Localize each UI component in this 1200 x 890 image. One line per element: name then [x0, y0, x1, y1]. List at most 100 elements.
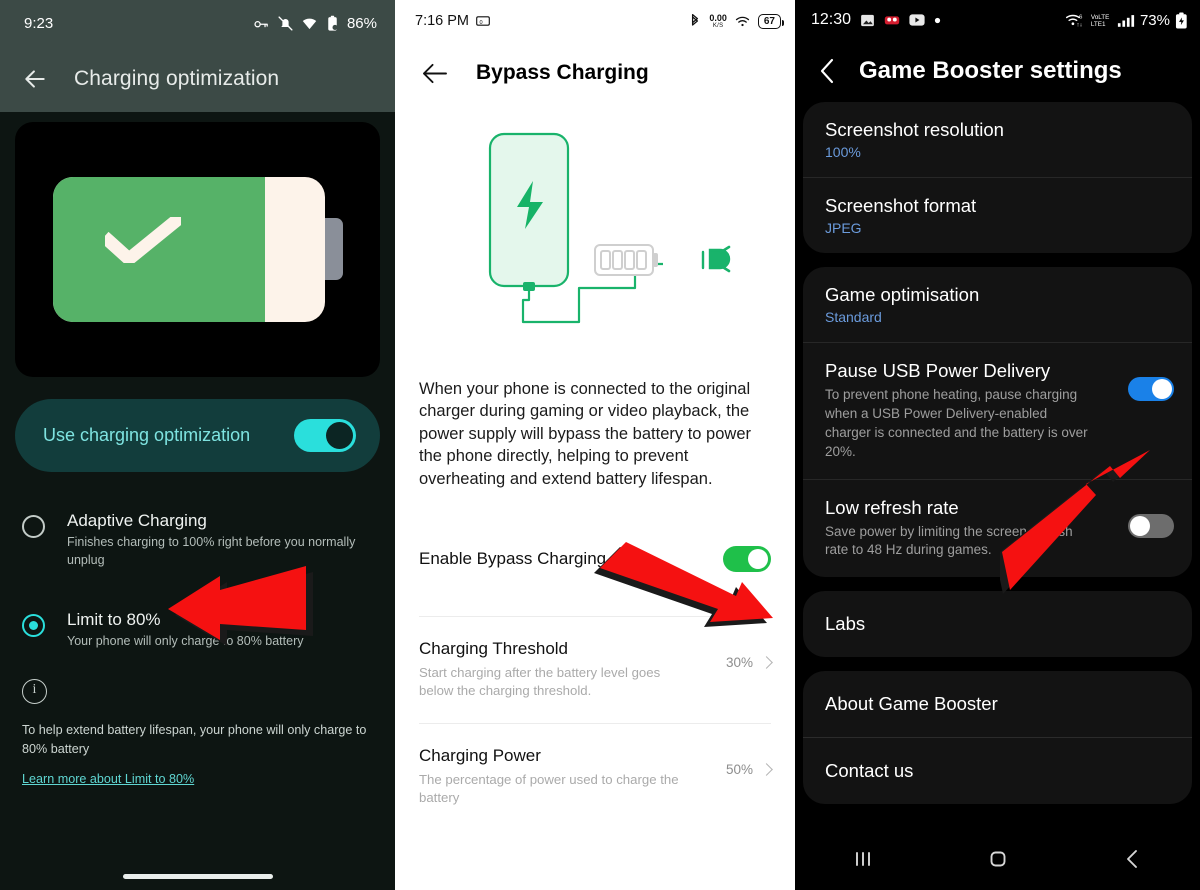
wifi-icon	[302, 18, 317, 29]
info-section: To help extend battery lifespan, your ph…	[0, 679, 395, 788]
page-title: Charging optimization	[74, 67, 280, 90]
pause-usb-power-delivery-toggle[interactable]	[1128, 377, 1174, 401]
dot-icon	[934, 17, 941, 23]
item-title: Screenshot format	[825, 195, 977, 216]
enable-bypass-charging-row[interactable]: Enable Bypass Charging	[419, 546, 771, 573]
status-bar: 7:16 PM 0 0.00 K/S 67	[395, 0, 795, 42]
row-charging-power[interactable]: Charging Power The percentage of power u…	[419, 722, 773, 807]
low-refresh-rate-toggle[interactable]	[1128, 513, 1174, 538]
item-description: Save power by limiting the screen refres…	[825, 523, 1073, 558]
row-description: Start charging after the battery level g…	[419, 665, 661, 699]
use-charging-optimization-row[interactable]: Use charging optimization	[15, 399, 380, 472]
item-pause-usb-power-delivery[interactable]: Pause USB Power Delivery To prevent phon…	[803, 342, 1192, 479]
screen-record-icon: 0	[476, 16, 490, 26]
item-value: Standard	[825, 309, 882, 325]
info-icon	[22, 679, 47, 705]
learn-more-link[interactable]: Learn more about Limit to 80%	[22, 772, 194, 786]
use-charging-optimization-toggle[interactable]	[294, 419, 356, 452]
item-screenshot-resolution[interactable]: Screenshot resolution 100%	[803, 102, 1192, 177]
option-description: Your phone will only charge to 80% batte…	[67, 633, 304, 648]
status-time: 9:23	[24, 14, 54, 32]
item-title: Screenshot resolution	[825, 119, 1004, 140]
youtube-icon	[909, 14, 925, 26]
wifi-calling-icon: 6 ↑↓	[1065, 14, 1083, 28]
svg-text:6: 6	[1079, 14, 1082, 20]
radio-limit-to-80[interactable]	[22, 613, 45, 637]
network-speed-indicator: 0.00 K/S	[709, 12, 727, 29]
row-value: 30%	[725, 655, 753, 671]
chevron-left-icon[interactable]	[817, 57, 837, 85]
row-description: The percentage of power used to charge t…	[419, 771, 679, 805]
item-screenshot-format[interactable]: Screenshot format JPEG	[803, 177, 1192, 253]
item-description: To prevent phone heating, pause charging…	[825, 387, 1088, 459]
use-charging-optimization-label: Use charging optimization	[43, 425, 251, 445]
item-title: Pause USB Power Delivery	[825, 360, 1051, 381]
row-value: 50%	[725, 761, 753, 777]
network-speed-unit: K/S	[712, 22, 724, 29]
svg-text:0: 0	[480, 20, 483, 26]
radio-adaptive-charging[interactable]	[22, 515, 45, 538]
svg-text:↑↓: ↑↓	[1077, 23, 1083, 28]
phone-bypass-charging-illustration	[395, 104, 795, 354]
enable-bypass-charging-toggle[interactable]	[723, 546, 771, 573]
item-low-refresh-rate[interactable]: Low refresh rate Save power by limiting …	[803, 478, 1192, 578]
settings-group-performance: Game optimisation Standard Pause USB Pow…	[803, 267, 1192, 578]
back-icon[interactable]	[1120, 846, 1146, 872]
item-title: Game optimisation	[825, 284, 980, 305]
bluetooth-icon	[692, 13, 699, 26]
option-description: Finishes charging to 100% right before y…	[67, 535, 356, 567]
item-about-game-booster[interactable]: About Game Booster	[803, 671, 1192, 737]
item-contact-us[interactable]: Contact us	[803, 737, 1192, 804]
item-title: Low refresh rate	[825, 496, 959, 518]
home-indicator	[122, 874, 273, 879]
status-time: 7:16 PM	[415, 13, 469, 29]
status-bar: 12:30 6 ↑↓ VoLTE LTE1 73%	[795, 0, 1200, 40]
battery-icon	[1175, 12, 1187, 29]
option-title: Adaptive Charging	[67, 511, 207, 530]
info-text: To help extend battery lifespan, your ph…	[22, 723, 367, 757]
row-charging-threshold[interactable]: Charging Threshold Start charging after …	[419, 616, 773, 700]
wifi-icon	[735, 16, 750, 26]
app-bar: Charging optimization	[0, 46, 395, 112]
enable-bypass-charging-label: Enable Bypass Charging	[419, 549, 607, 569]
row-title: Charging Power	[419, 745, 541, 765]
option-limit-to-80[interactable]: Limit to 80% Your phone will only charge…	[22, 601, 395, 660]
charging-options-list: Adaptive Charging Finishes charging to 1…	[0, 502, 395, 659]
network-speed-value: 0.00	[709, 12, 727, 23]
panel-charging-optimization: 9:23 86% Charging optimization Use charg…	[0, 0, 395, 890]
battery-body	[52, 177, 325, 322]
item-value: 100%	[825, 144, 861, 160]
recents-icon[interactable]	[850, 846, 876, 872]
navigation-bar	[795, 828, 1200, 890]
key-icon	[254, 20, 268, 27]
screenshot-stage: 9:23 86% Charging optimization Use charg…	[0, 0, 1200, 890]
status-bar: 9:23 86%	[0, 0, 395, 46]
status-time: 12:30	[811, 11, 852, 28]
status-battery-percent: 73%	[1139, 11, 1170, 29]
volte-lte-icon: VoLTE LTE1	[1091, 14, 1110, 28]
chevron-right-icon	[760, 656, 773, 670]
movie-icon	[884, 16, 900, 25]
svg-text:LTE1: LTE1	[1091, 21, 1106, 28]
arrow-left-icon[interactable]	[421, 62, 448, 85]
home-icon[interactable]	[985, 846, 1011, 872]
option-title: Limit to 80%	[67, 609, 161, 629]
app-bar: Game Booster settings	[795, 40, 1200, 102]
item-labs[interactable]: Labs	[803, 591, 1192, 657]
bell-muted-icon	[278, 15, 293, 31]
status-battery-level: 67	[757, 13, 785, 29]
settings-group-about: About Game Booster Contact us	[803, 671, 1192, 805]
page-title: Bypass Charging	[476, 61, 649, 84]
item-game-optimisation[interactable]: Game optimisation Standard	[803, 267, 1192, 342]
app-bar: Bypass Charging	[395, 42, 795, 104]
photo-icon	[861, 14, 874, 26]
settings-group-screenshot: Screenshot resolution 100% Screenshot fo…	[803, 102, 1192, 253]
panel-bypass-charging: 7:16 PM 0 0.00 K/S 67 Bypass Charging Wh…	[395, 0, 795, 890]
signal-bars-icon	[1117, 14, 1135, 27]
chevron-right-icon	[760, 762, 773, 776]
battery-saver-icon	[328, 15, 338, 31]
option-adaptive-charging[interactable]: Adaptive Charging Finishes charging to 1…	[22, 502, 395, 579]
arrow-left-icon[interactable]	[22, 66, 48, 92]
settings-group-labs: Labs	[803, 591, 1192, 658]
item-value: JPEG	[825, 220, 862, 236]
